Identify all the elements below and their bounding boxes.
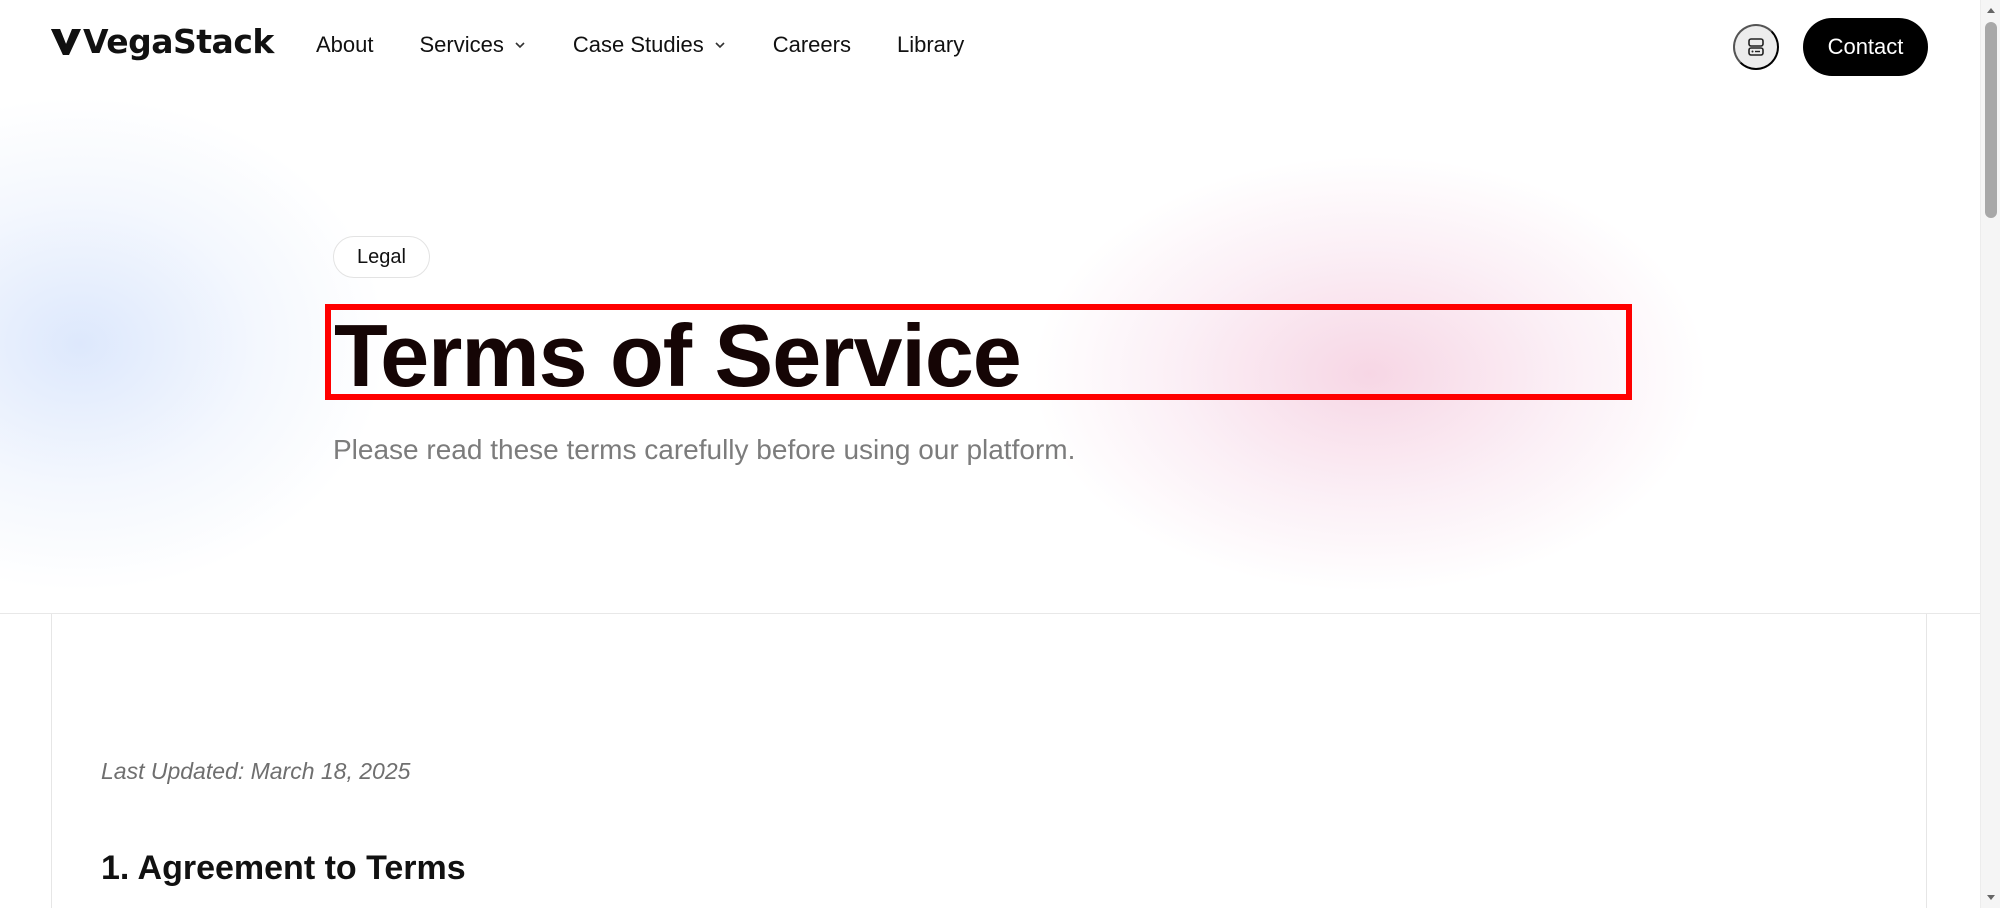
nav-item-label: Services <box>419 32 504 57</box>
nav-item-about[interactable]: About <box>316 32 374 58</box>
scroll-down-arrow-icon[interactable] <box>1985 892 1997 904</box>
contact-button[interactable]: Contact <box>1803 18 1928 76</box>
terms-content: Last Updated: March 18, 2025 1. Agreemen… <box>51 614 1927 908</box>
last-updated-text: Last Updated: March 18, 2025 <box>101 758 411 784</box>
nav-item-label: Case Studies <box>572 32 704 57</box>
scrollbar-thumb[interactable] <box>1985 22 1997 218</box>
nav-item-label: Careers <box>772 32 851 57</box>
nav-item-services[interactable]: Services <box>420 32 527 58</box>
hero-section: Legal Terms of Service Please read these… <box>0 94 1980 614</box>
server-icon-button[interactable] <box>1733 24 1779 70</box>
nav-item-careers[interactable]: Careers <box>773 32 851 58</box>
brand-name: VegaStack <box>83 22 274 61</box>
page-title: Terms of Service <box>334 306 1022 405</box>
legal-badge: Legal <box>333 236 430 278</box>
nav-item-case-studies[interactable]: Case Studies <box>573 32 727 58</box>
scroll-up-arrow-icon[interactable] <box>1985 4 1997 16</box>
chevron-down-icon <box>713 38 727 52</box>
nav-item-label: About <box>316 32 374 57</box>
chevron-down-icon <box>513 38 527 52</box>
site-header: VegaStack About Services Case Studies Ca… <box>0 0 1980 94</box>
page-subtitle: Please read these terms carefully before… <box>333 434 1076 465</box>
logo-v-mark-icon <box>51 28 81 55</box>
vertical-scrollbar[interactable] <box>1980 0 2000 908</box>
nav-item-label: Library <box>896 32 965 57</box>
nav-item-library[interactable]: Library <box>897 32 964 58</box>
section-heading: 1. Agreement to Terms <box>101 849 466 887</box>
server-icon <box>1748 38 1764 56</box>
brand-logo[interactable]: VegaStack <box>50 22 274 61</box>
page: VegaStack About Services Case Studies Ca… <box>0 0 2000 908</box>
main-nav: About Services Case Studies Careers Libr… <box>316 32 1010 58</box>
